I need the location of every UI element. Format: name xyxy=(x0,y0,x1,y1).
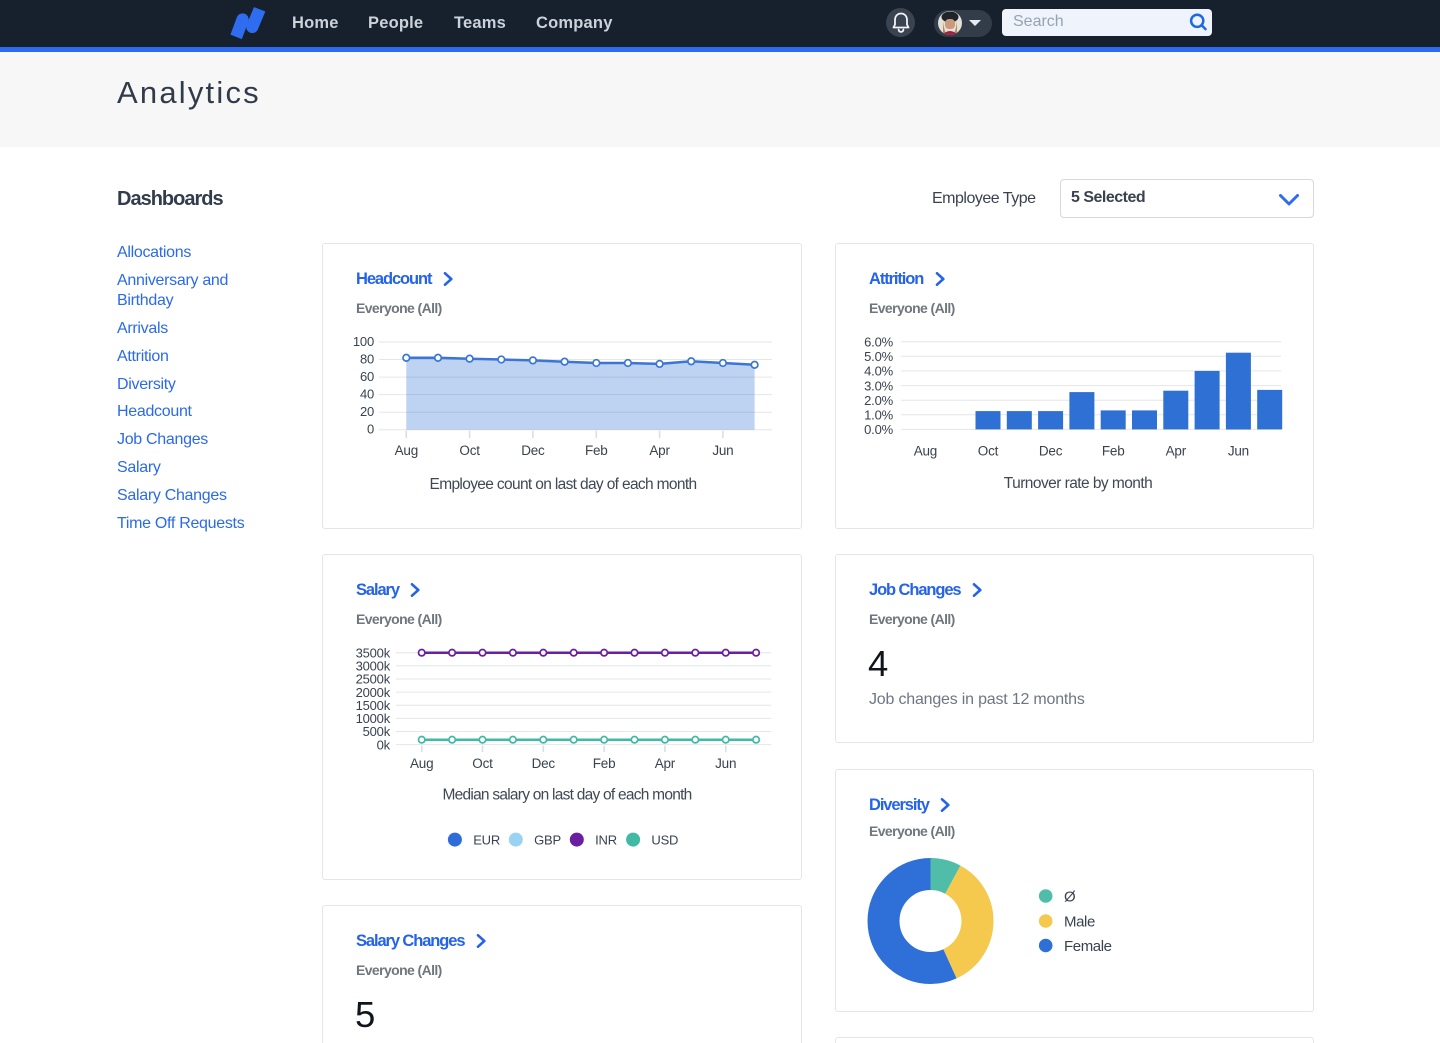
svg-text:Dec: Dec xyxy=(532,756,556,771)
svg-text:Dec: Dec xyxy=(521,443,545,458)
svg-text:Median salary on last day of e: Median salary on last day of each month xyxy=(442,787,691,804)
svg-text:3.0%: 3.0% xyxy=(864,378,893,393)
svg-text:Feb: Feb xyxy=(585,443,608,458)
svg-text:INR: INR xyxy=(595,832,617,847)
svg-text:USD: USD xyxy=(651,832,678,847)
svg-text:5.0%: 5.0% xyxy=(864,349,893,364)
svg-text:Oct: Oct xyxy=(459,443,480,458)
svg-text:20: 20 xyxy=(360,404,374,419)
svg-text:Oct: Oct xyxy=(978,444,999,459)
svg-text:Apr: Apr xyxy=(655,756,676,771)
svg-text:Jun: Jun xyxy=(1228,444,1249,459)
svg-text:Male: Male xyxy=(1064,913,1095,930)
svg-text:Oct: Oct xyxy=(472,756,493,771)
svg-text:Jun: Jun xyxy=(712,443,733,458)
svg-text:60: 60 xyxy=(360,369,374,384)
svg-text:Feb: Feb xyxy=(593,756,616,771)
svg-text:6.0%: 6.0% xyxy=(864,334,893,349)
svg-text:Feb: Feb xyxy=(1102,444,1125,459)
svg-text:0k: 0k xyxy=(377,737,391,752)
svg-text:80: 80 xyxy=(360,352,374,367)
svg-text:100: 100 xyxy=(353,334,374,349)
svg-text:4.0%: 4.0% xyxy=(864,364,893,379)
svg-text:Dec: Dec xyxy=(1039,444,1063,459)
svg-text:Aug: Aug xyxy=(914,444,937,459)
svg-text:0: 0 xyxy=(367,422,374,437)
svg-text:GBP: GBP xyxy=(534,832,561,847)
svg-text:Aug: Aug xyxy=(395,443,418,458)
svg-text:2.0%: 2.0% xyxy=(864,393,893,408)
svg-text:Female: Female xyxy=(1064,938,1112,955)
svg-text:1.0%: 1.0% xyxy=(864,408,893,423)
svg-text:Apr: Apr xyxy=(1166,444,1187,459)
svg-text:Turnover rate by month: Turnover rate by month xyxy=(1004,475,1152,492)
svg-text:40: 40 xyxy=(360,387,374,402)
svg-text:Jun: Jun xyxy=(715,756,736,771)
svg-text:Aug: Aug xyxy=(410,756,433,771)
svg-text:Apr: Apr xyxy=(649,443,670,458)
svg-text:Employee count on last day of: Employee count on last day of each month xyxy=(430,476,697,493)
svg-text:Ø: Ø xyxy=(1064,888,1076,905)
svg-text:EUR: EUR xyxy=(473,832,500,847)
svg-text:0.0%: 0.0% xyxy=(864,422,893,437)
